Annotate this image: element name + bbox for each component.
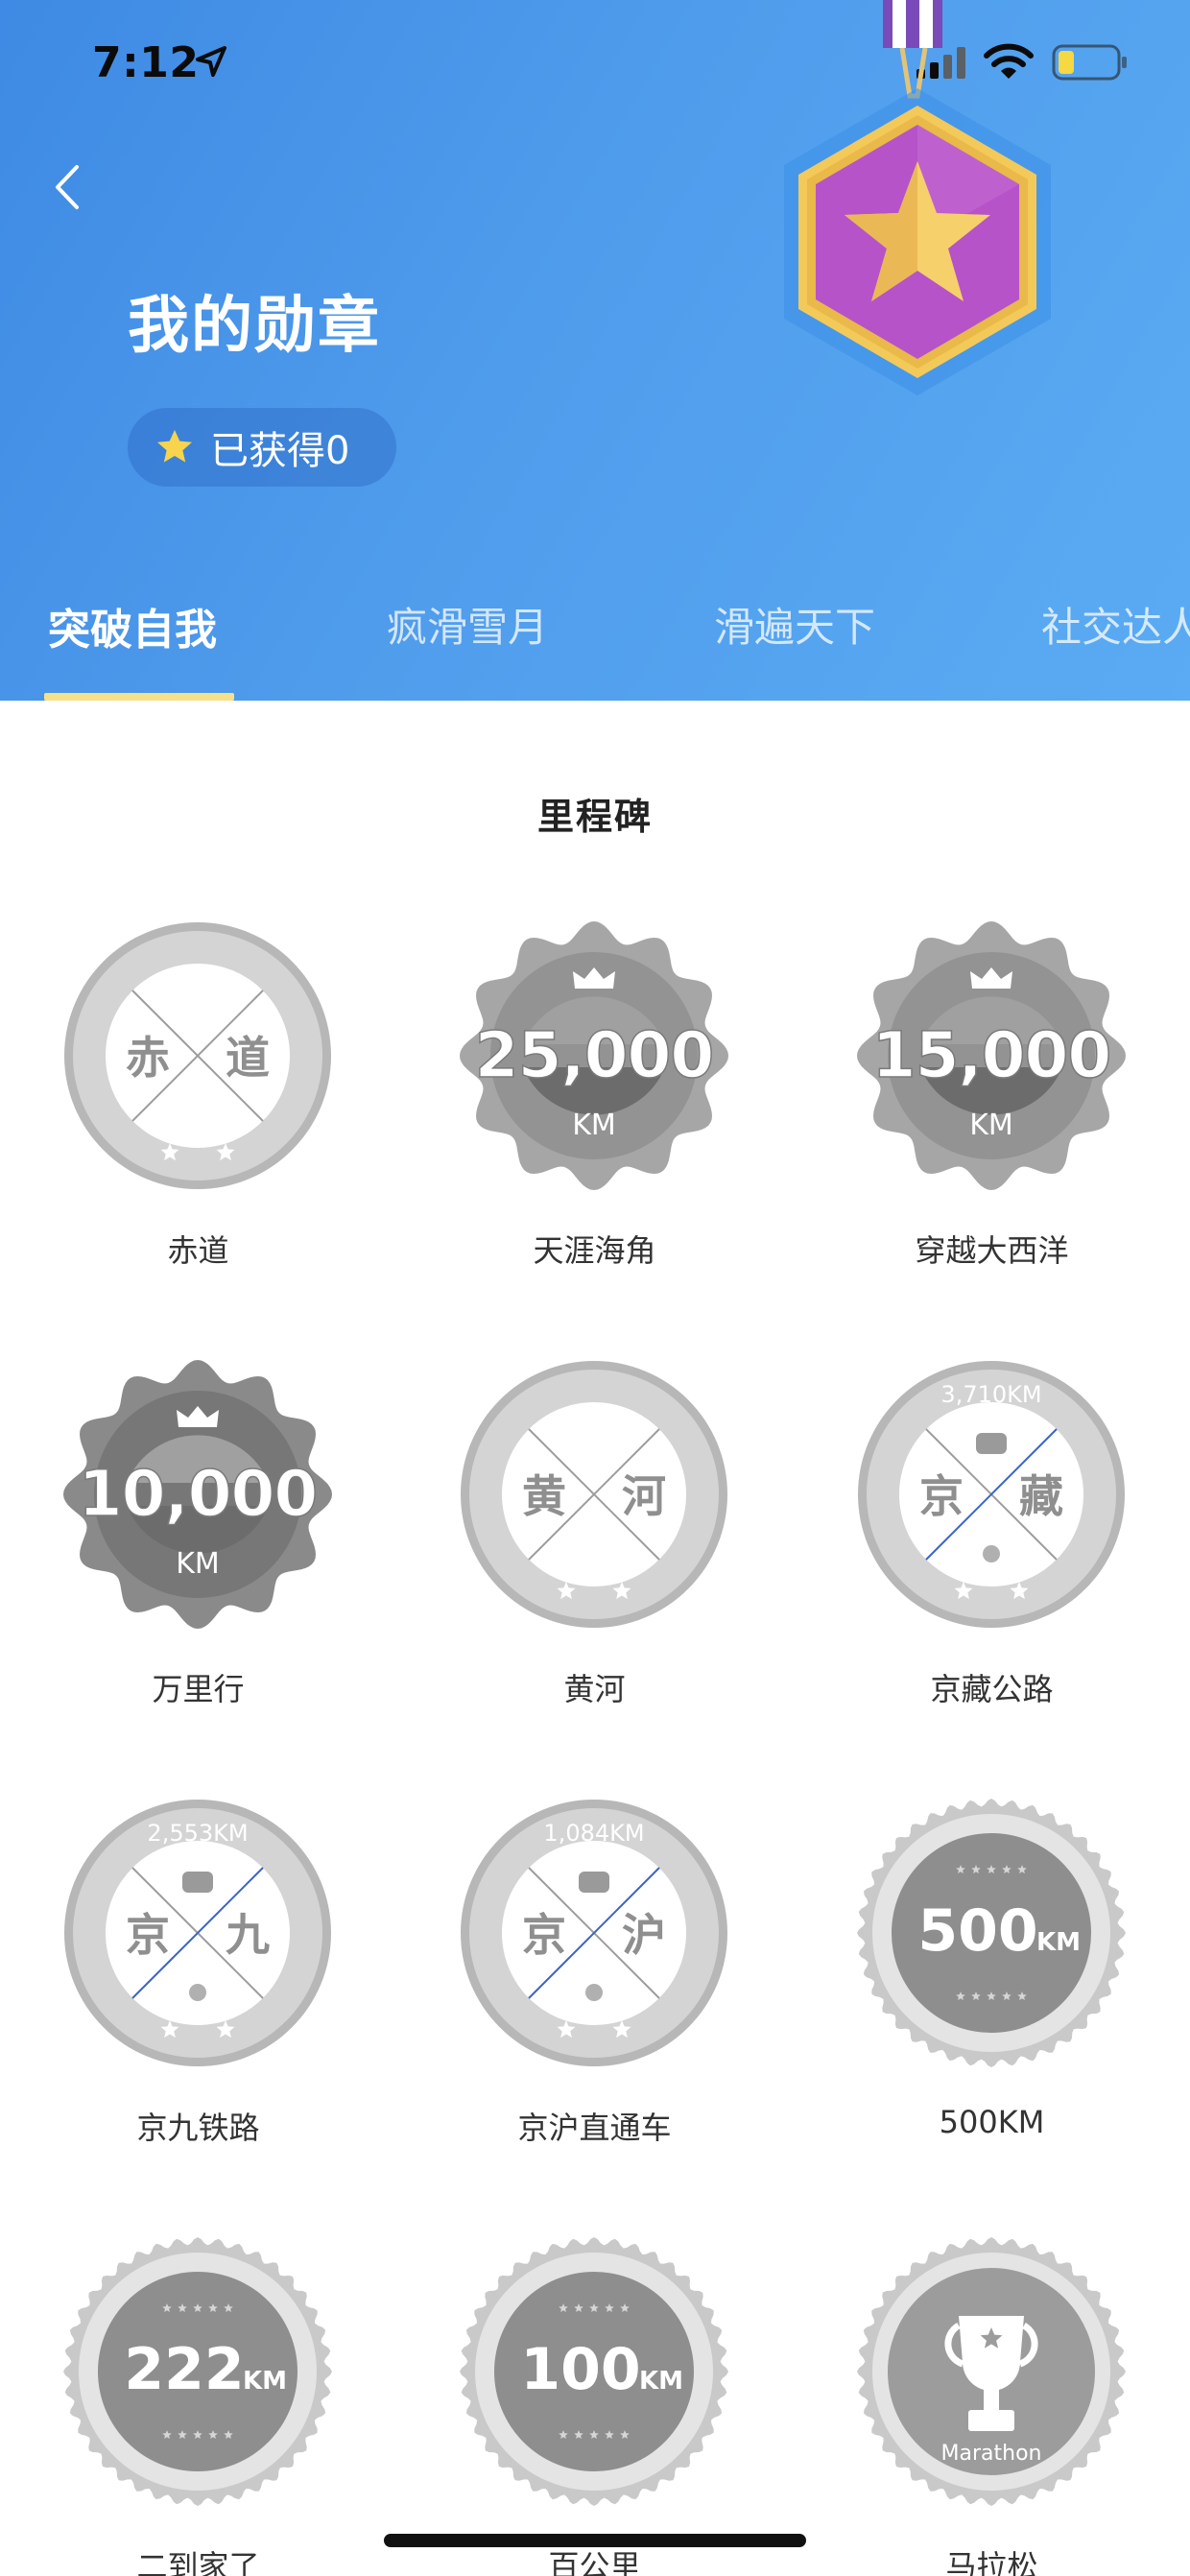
route-medal-icon: 赤道 <box>64 922 331 1189</box>
badge-left-char: 赤 <box>126 1032 170 1084</box>
badge-name: 百公里 <box>548 2548 641 2576</box>
badge-500km[interactable]: 500 KM 500KM <box>794 1799 1190 2236</box>
badge-unit: KM <box>1036 1928 1081 1957</box>
badge-equator[interactable]: 赤道赤道 <box>0 921 396 1359</box>
stamp-medal-icon: 100KM <box>460 2237 728 2506</box>
badge-value: 100 <box>520 2336 640 2403</box>
badge-left-char: 京 <box>522 1909 566 1961</box>
badge-value: 500 <box>917 1897 1037 1965</box>
decoration-icon <box>189 1984 206 2001</box>
chevron-left-icon <box>56 165 79 209</box>
purple-star-medal-icon <box>784 0 1051 395</box>
badge-distance: 2,553KM <box>147 1820 248 1847</box>
route-medal-icon: 京 九 2,553KM <box>64 1800 331 2066</box>
badge-name: 万里行 <box>152 1671 245 1707</box>
badge-value: 25,000 <box>475 1018 714 1092</box>
badge-100km[interactable]: 100 KM 百公里 <box>396 2237 793 2576</box>
badge-left-char: 黄 <box>522 1470 566 1522</box>
badge-name: 天涯海角 <box>533 1232 656 1269</box>
badge-unit: KM <box>572 1109 616 1142</box>
badge-distance: 3,710KM <box>940 1381 1041 1408</box>
page-title: 我的勋章 <box>128 291 381 362</box>
badge-right-char: 沪 <box>622 1909 666 1961</box>
badge-name: 穿越大西洋 <box>915 1232 1069 1269</box>
stamp-medal-icon: 500KM <box>857 1799 1126 2067</box>
active-tab-indicator <box>44 693 234 701</box>
badge-label: Marathon <box>941 2442 1042 2466</box>
badge-name: 赤道 <box>167 1232 229 1269</box>
badge-distance: 1,084KM <box>543 1820 644 1847</box>
badge-cross-atlantic[interactable]: 15,000 KM 穿越大西洋 <box>794 921 1190 1359</box>
stamp-medal-icon: 222KM <box>63 2237 332 2506</box>
tab-crazy-skiing[interactable]: 疯滑雪月 <box>387 595 548 654</box>
badge-name: 马拉松 <box>945 2548 1038 2576</box>
badge-jingzang-road[interactable]: 京 藏 3,710KM 京藏公路 <box>794 1360 1190 1798</box>
badge-name: 黄河 <box>563 1671 626 1707</box>
badge-tianya-haijiao[interactable]: 25,000 KM 天涯海角 <box>396 921 793 1359</box>
badge-name: 京沪直通车 <box>517 2110 672 2146</box>
route-medal-icon: 京 藏 3,710KM <box>858 1361 1125 1628</box>
badge-name: 京九铁路 <box>136 2110 260 2146</box>
badge-value: 10,000 <box>79 1457 318 1531</box>
category-tabs: 突破自我 疯滑雪月 滑遍天下 社交达人 <box>0 585 1190 701</box>
transport-icon <box>182 1872 213 1893</box>
badge-right-char: 道 <box>226 1032 270 1084</box>
badge-unit: KM <box>639 2367 683 2396</box>
badge-wanli-xing[interactable]: 10,000 KM 万里行 <box>0 1360 396 1798</box>
crown-medal-icon: 10,000 KM <box>63 1360 332 1629</box>
status-time: 7:12 <box>92 38 200 87</box>
header: 7:12 我的勋章 已获得0 突破自我 疯滑雪月 滑遍天下 社交达人 <box>0 0 1190 701</box>
badge-222km[interactable]: 222 KM 二到家了 <box>0 2237 396 2576</box>
decoration-icon <box>983 1545 1000 1562</box>
badge-name: 500KM <box>939 2104 1045 2140</box>
badge-value: 222 <box>124 2336 244 2403</box>
tab-social-expert[interactable]: 社交达人 <box>1041 595 1190 654</box>
badge-unit: KM <box>969 1109 1013 1142</box>
route-medal-icon: 黄河 <box>461 1361 727 1628</box>
location-arrow-icon <box>196 46 226 77</box>
badge-marathon[interactable]: Marathon 马拉松 <box>794 2237 1190 2576</box>
badge-left-char: 京 <box>126 1909 170 1961</box>
tab-ski-everywhere[interactable]: 滑遍天下 <box>714 595 875 654</box>
earned-count-label: 已获得0 <box>210 429 350 473</box>
badge-value: 15,000 <box>872 1018 1111 1092</box>
badge-jinghu-express[interactable]: 京 沪 1,084KM 京沪直通车 <box>396 1799 793 2236</box>
badge-name: 京藏公路 <box>930 1671 1054 1707</box>
section-title: 里程碑 <box>536 796 653 838</box>
home-indicator <box>384 2534 806 2547</box>
badge-grid: 赤道赤道 25,000 KM 天涯海角 15,000 KM 穿越大西洋 10,000 KM 万里行… <box>0 921 1190 2576</box>
badge-unit: KM <box>243 2367 287 2396</box>
star-icon <box>157 430 192 463</box>
badge-right-char: 藏 <box>1019 1470 1063 1522</box>
decoration-icon <box>585 1984 603 2001</box>
tab-breakthrough[interactable]: 突破自我 <box>48 595 217 656</box>
crown-medal-icon: 25,000 KM <box>460 921 728 1190</box>
badge-left-char: 京 <box>919 1470 964 1522</box>
badge-jingjiu-railway[interactable]: 京 九 2,553KM 京九铁路 <box>0 1799 396 2236</box>
back-button[interactable] <box>38 154 96 221</box>
badge-unit: KM <box>176 1547 220 1581</box>
transport-icon <box>579 1872 609 1893</box>
crown-medal-icon: 15,000 KM <box>857 921 1126 1190</box>
badge-yellow-river[interactable]: 黄河黄河 <box>396 1360 793 1798</box>
badge-right-char: 河 <box>622 1470 666 1522</box>
route-medal-icon: 京 沪 1,084KM <box>461 1800 727 2066</box>
transport-icon <box>976 1433 1007 1454</box>
badge-right-char: 九 <box>226 1909 270 1961</box>
badge-name: 二到家了 <box>136 2548 260 2576</box>
earned-count-badge: 已获得0 <box>128 408 396 487</box>
trophy-medal-icon: Marathon <box>857 2237 1126 2506</box>
